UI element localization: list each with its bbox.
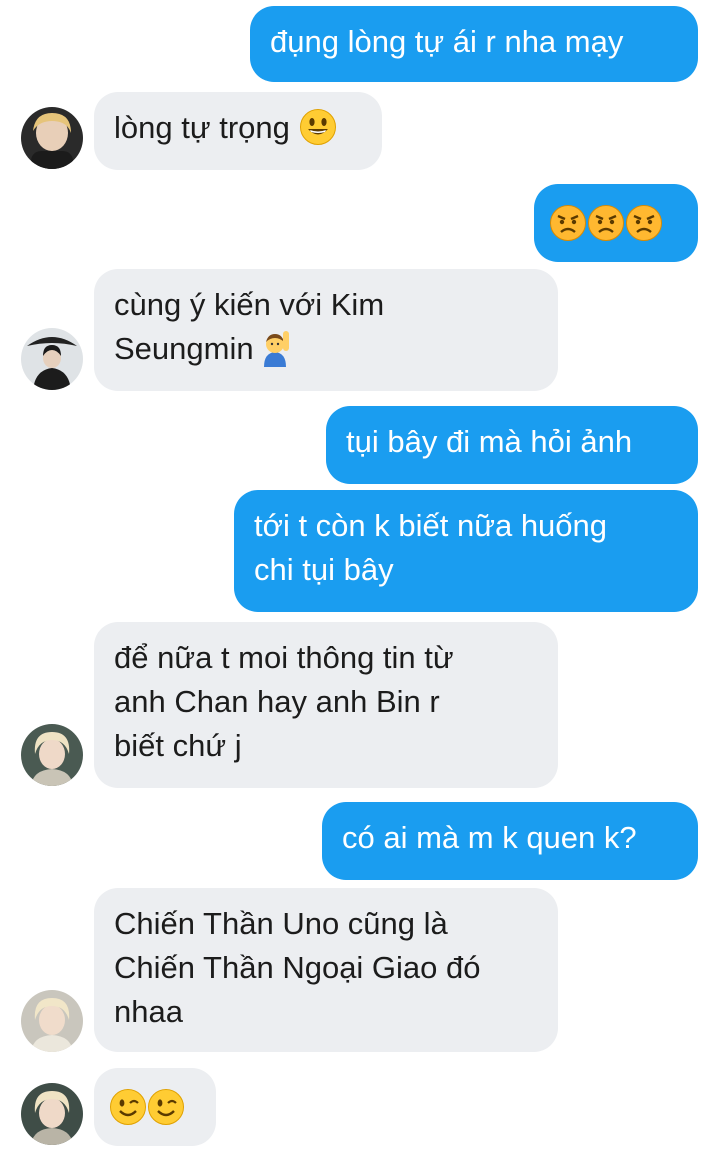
message-bubble-sent[interactable]: có ai mà m k quen k?: [322, 802, 698, 880]
message-text: tụi bây đi mà hỏi ảnh: [346, 424, 633, 459]
message-text-line: Seungmin: [114, 331, 254, 366]
avatar[interactable]: [21, 107, 83, 169]
message-text-line: cùng ý kiến với Kim: [114, 287, 385, 322]
message-text-line: để nữa t moi thông tin từ: [114, 640, 454, 675]
message-text-line: biết chứ j: [114, 728, 242, 763]
winking-face-emoji: [110, 1089, 146, 1125]
angry-face-emoji: [588, 205, 624, 241]
message-text: có ai mà m k quen k?: [342, 820, 637, 855]
message-text-line: Chiến Thần Ngoại Giao đó: [114, 950, 481, 985]
angry-face-emoji: [626, 205, 662, 241]
message-bubble-received[interactable]: cùng ý kiến với Kim Seungmin: [94, 269, 558, 391]
message-bubble-received[interactable]: [94, 1068, 216, 1146]
avatar[interactable]: [21, 328, 83, 390]
message-text-line: anh Chan hay anh Bin r: [114, 684, 440, 719]
winking-face-emoji: [148, 1089, 184, 1125]
message-bubble-received[interactable]: để nữa t moi thông tin từ anh Chan hay a…: [94, 622, 558, 788]
message-text-line: tới t còn k biết nữa huống: [254, 508, 608, 543]
message-bubble-sent[interactable]: đụng lòng tự ái r nha mạy: [250, 6, 698, 82]
grinning-face-emoji: [300, 109, 337, 145]
avatar[interactable]: [21, 724, 83, 786]
message-text-line: Chiến Thần Uno cũng là: [114, 906, 448, 941]
message-bubble-sent[interactable]: tới t còn k biết nữa huống chi tụi bây: [234, 490, 698, 612]
message-text-line: nhaa: [114, 994, 183, 1029]
message-text: lòng tự trọng: [114, 110, 290, 145]
avatar[interactable]: [21, 990, 83, 1052]
person-raising-hand-emoji: [256, 329, 294, 367]
message-text: đụng lòng tự ái r nha mạy: [270, 24, 624, 59]
message-bubble-received[interactable]: Chiến Thần Uno cũng là Chiến Thần Ngoại …: [94, 888, 558, 1052]
message-bubble-sent[interactable]: [534, 184, 698, 262]
message-bubble-received[interactable]: lòng tự trọng: [94, 92, 382, 170]
angry-face-emoji: [550, 205, 586, 241]
message-text-line: chi tụi bây: [254, 552, 394, 587]
message-bubble-sent[interactable]: tụi bây đi mà hỏi ảnh: [326, 406, 698, 484]
avatar[interactable]: [21, 1083, 83, 1145]
